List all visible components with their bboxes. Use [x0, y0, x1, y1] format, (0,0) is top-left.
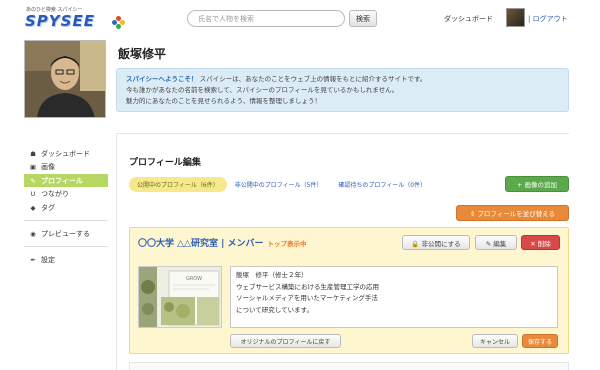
welcome-text-3: 魅力的にあなたのことを見せられるよう、情報を整理しましょう！ — [126, 97, 321, 105]
sidebar-item-label: ダッシュボード — [41, 149, 90, 158]
edit-button[interactable]: ✎ 編集 — [475, 235, 517, 250]
welcome-text-1: スパイシーは、あなたのことをウェブ上の情報をもとに紹介するサイトです。 — [199, 75, 427, 83]
magnet-icon: U — [30, 190, 36, 198]
thumbnail-image: GROW — [139, 267, 221, 327]
sidebar-item-dashboard[interactable]: ☗ ダッシュボード — [24, 147, 108, 160]
sidebar-item-images[interactable]: ▣ 画像 — [24, 161, 108, 174]
welcome-title: スパイシーへようこそ！ — [126, 75, 198, 83]
dashboard-link[interactable]: ダッシュボード — [444, 14, 493, 24]
section-title: プロフィール編集 — [129, 158, 201, 168]
tag-icon: ◆ — [30, 203, 36, 212]
logout-link[interactable]: | ログアウト — [528, 14, 568, 24]
logo-text: SPYSEE — [25, 12, 95, 30]
sidebar-item-tags[interactable]: ◆ タグ — [24, 201, 108, 214]
avatar[interactable] — [506, 8, 525, 27]
sidebar-item-label: プロフィール — [41, 176, 83, 185]
welcome-message: スパイシーへようこそ！ スパイシーは、あなたのことをウェブ上の情報をもとに紹介す… — [116, 68, 569, 112]
page-title: 飯塚修平 — [118, 47, 167, 61]
welcome-line-1: スパイシーへようこそ！ スパイシーは、あなたのことをウェブ上の情報をもとに紹介す… — [126, 74, 559, 85]
next-profile-card — [129, 362, 569, 370]
tab-pending[interactable]: 確認待ちのプロフィール（0件） — [330, 177, 434, 192]
dashboard-icon: ☗ — [30, 149, 36, 158]
sidebar-item-preview[interactable]: ◉ プレビューする — [24, 227, 108, 240]
add-image-button[interactable]: + 画像の追加 — [505, 176, 569, 192]
pencil-icon: ✎ — [30, 176, 36, 185]
welcome-text-2: 今も誰かがあなたの名前を検索して、スパイシーのプロフィールを見ているかもしれませ… — [126, 86, 399, 94]
delete-button[interactable]: ✕ 削除 — [521, 235, 560, 250]
card-title-text[interactable]: 〇〇大学 △△研究室 | メンバー — [138, 239, 264, 249]
card-title: 〇〇大学 △△研究室 | メンバー トップ表示中 — [138, 236, 307, 249]
sidebar-item-settings[interactable]: ✒ 設定 — [24, 253, 108, 266]
eye-icon: ◉ — [30, 229, 36, 238]
tab-private[interactable]: 非公開中のプロフィール（5件） — [227, 177, 331, 192]
sidebar-item-label: 設定 — [41, 255, 55, 264]
profile-thumbnail: GROW — [138, 266, 222, 328]
cancel-button[interactable]: キャンセル — [472, 334, 518, 348]
sidebar-item-label: つながり — [41, 190, 69, 198]
profile-text-field[interactable]: 飯塚 修平（修士２年） ウェブサービス構築における生産管理工学の応用 ソーシャル… — [230, 266, 558, 328]
search-button[interactable]: 検索 — [349, 10, 377, 27]
divider — [116, 135, 117, 370]
make-private-button[interactable]: 🔒 非公開にする — [402, 235, 470, 250]
logo-dots-icon — [112, 16, 125, 29]
divider — [116, 133, 569, 134]
spysee-logo[interactable]: あのひと検索 スパイシー SPYSEE — [23, 6, 125, 32]
divider — [24, 220, 108, 221]
sidebar-item-label: プレビューする — [41, 229, 90, 238]
profile-card: 〇〇大学 △△研究室 | メンバー トップ表示中 🔒 非公開にする ✎ 編集 ✕ … — [129, 227, 569, 354]
save-button[interactable]: 保存する — [522, 334, 558, 348]
top-display-badge: トップ表示中 — [267, 240, 307, 248]
sort-profiles-button[interactable]: ⇕ プロフィールを並び替える — [456, 205, 569, 221]
sidebar-item-profile[interactable]: ✎ プロフィール — [24, 174, 108, 187]
wrench-icon: ✒ — [30, 255, 36, 264]
image-icon: ▣ — [29, 163, 37, 171]
sidebar-item-label: 画像 — [41, 163, 55, 171]
divider — [24, 246, 108, 247]
sidebar-item-connections[interactable]: U つながり — [24, 188, 108, 201]
revert-original-button[interactable]: オリジナルのプロフィールに戻す — [230, 334, 341, 348]
profile-tabs: 公開中のプロフィール（6件） 非公開中のプロフィール（5件） 確認待ちのプロフィ… — [129, 177, 434, 192]
sidebar-item-label: タグ — [41, 203, 55, 212]
tab-public[interactable]: 公開中のプロフィール（6件） — [129, 177, 227, 192]
profile-photo-image — [25, 41, 105, 117]
profile-photo — [24, 40, 106, 118]
search-input[interactable] — [187, 10, 345, 27]
sidebar: ☗ ダッシュボード ▣ 画像 ✎ プロフィール U つながり ◆ タグ ◉ プレ… — [24, 147, 108, 267]
thumbnail-label: GROW — [186, 276, 202, 282]
